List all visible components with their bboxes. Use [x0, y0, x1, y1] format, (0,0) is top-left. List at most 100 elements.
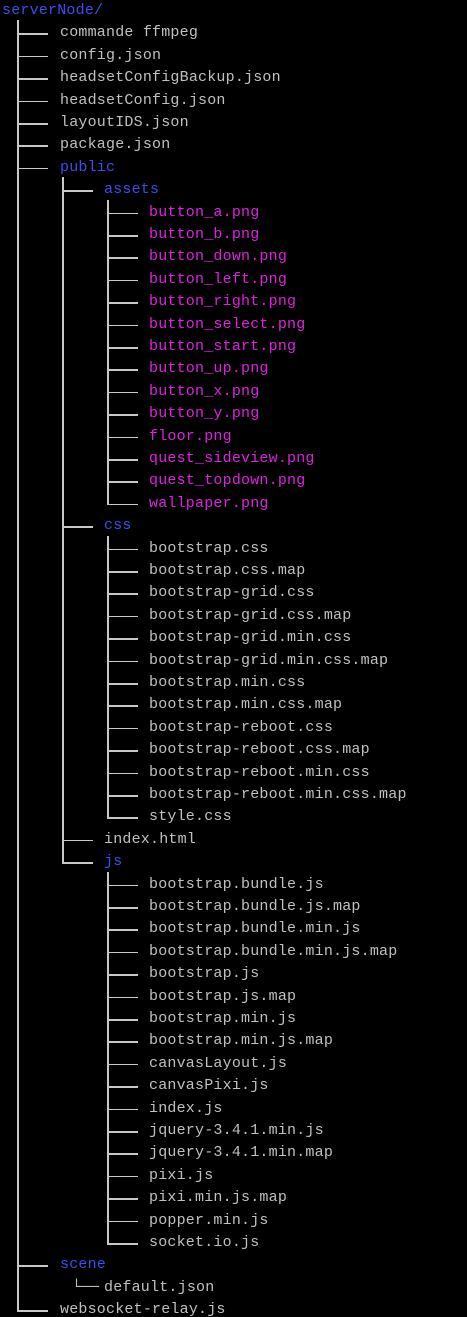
- tree-branch-connector: [107, 235, 138, 237]
- tree-file: button_a.png: [0, 202, 467, 224]
- tree-branch-connector: [62, 862, 93, 864]
- tree-branch-connector: [107, 391, 138, 394]
- tree-file: bootstrap.bundle.min.js: [0, 918, 467, 940]
- file-name: bootstrap-grid.css.map: [149, 606, 352, 624]
- file-name: bootstrap.bundle.js.map: [149, 898, 361, 915]
- tree-trunk-line: [17, 20, 19, 1312]
- tree-file: bootstrap-grid.min.css.map: [0, 650, 467, 672]
- tree-file: popper.min.js: [0, 1210, 467, 1232]
- tree-file: button_left.png: [0, 269, 467, 291]
- tree-file: button_y.png: [0, 403, 467, 425]
- tree-file: bootstrap.bundle.min.js.map: [0, 941, 467, 963]
- file-name: headsetConfig.json: [60, 91, 226, 109]
- file-name: socket.io.js: [149, 1234, 260, 1251]
- tree-file: bootstrap.bundle.js.map: [0, 896, 467, 918]
- directory-name: scene: [60, 1256, 107, 1274]
- tree-branch-connector: [107, 638, 138, 640]
- file-name: bootstrap-reboot.css: [149, 718, 334, 736]
- tree-file: bootstrap.css: [0, 538, 467, 560]
- file-name: button_up.png: [149, 360, 269, 378]
- tree-file: jquery-3.4.1.min.js: [0, 1120, 467, 1142]
- file-name: style.css: [149, 808, 232, 826]
- tree-trunk-line: [107, 871, 109, 1245]
- file-name: button_left.png: [149, 270, 288, 288]
- tree-file: button_x.png: [0, 381, 467, 403]
- tree-branch-connector: [107, 660, 138, 663]
- tree-branch-connector: [107, 929, 138, 931]
- tree-branch-connector: [107, 1108, 138, 1111]
- tree-file: button_down.png: [0, 246, 467, 268]
- tree-branch-connector: [107, 1220, 138, 1223]
- tree-file: button_start.png: [0, 336, 467, 358]
- tree-file: package.json: [0, 134, 467, 156]
- tree-branch-connector: [107, 593, 138, 595]
- tree-branch-connector: [107, 884, 138, 887]
- file-name: bootstrap.bundle.js: [149, 875, 324, 893]
- file-name: bootstrap-reboot.min.css: [149, 763, 370, 781]
- file-name: pixi.min.js.map: [149, 1189, 288, 1207]
- file-name: config.json: [60, 46, 162, 64]
- tree-branch-connector: [107, 996, 138, 999]
- tree-branch-connector: [17, 100, 48, 103]
- file-name: jquery-3.4.1.min.js: [149, 1122, 324, 1139]
- file-name: bootstrap-reboot.css.map: [149, 741, 370, 759]
- tree-file: bootstrap.min.css.map: [0, 694, 467, 716]
- tree-branch-connector: [107, 436, 138, 439]
- file-name: bootstrap-reboot.min.css.map: [149, 786, 407, 803]
- directory-name: js: [104, 853, 123, 871]
- file-name: button_b.png: [149, 226, 260, 243]
- file-name: bootstrap.css.map: [149, 562, 306, 579]
- file-name: jquery-3.4.1.min.map: [149, 1144, 334, 1162]
- tree-file: pixi.js: [0, 1165, 467, 1187]
- file-name: commande ffmpeg: [60, 24, 199, 42]
- file-name: bootstrap.min.css.map: [149, 696, 343, 714]
- file-name: index.js: [149, 1099, 223, 1117]
- tree-file: bootstrap.min.css: [0, 672, 467, 694]
- tree-branch-connector: [107, 571, 138, 573]
- tree-file: index.js: [0, 1098, 467, 1120]
- tree-trunk-line: [62, 177, 64, 864]
- file-name: index.html: [104, 830, 197, 848]
- tree-branch-connector: [107, 548, 138, 551]
- tree-trunk-line: [107, 535, 109, 819]
- file-name: layoutIDS.json: [60, 114, 189, 131]
- tree-branch-connector: [107, 257, 138, 259]
- tree-file: button_b.png: [0, 224, 467, 246]
- tree-file: headsetConfigBackup.json: [0, 67, 467, 89]
- file-name: bootstrap.bundle.min.js: [149, 920, 361, 938]
- file-name: button_select.png: [149, 315, 306, 333]
- tree-branch-connector: [62, 526, 93, 528]
- file-name: button_down.png: [149, 248, 288, 266]
- tree-trunk-line: [107, 199, 109, 506]
- tree-file: wallpaper.png: [0, 493, 467, 515]
- tree-branch-connector: [107, 503, 138, 506]
- tree-branch-connector: [107, 324, 138, 327]
- file-name: button_start.png: [149, 338, 297, 355]
- file-name: canvasPixi.js: [149, 1077, 269, 1095]
- tree-directory: css: [0, 515, 467, 537]
- tree-branch-connector: [107, 347, 138, 349]
- tree-branch-connector: [107, 727, 138, 730]
- tree-branch-connector: [17, 55, 48, 58]
- tree-branch-connector: [17, 1265, 48, 1267]
- tree-branch-connector: [107, 1243, 138, 1245]
- directory-name: public: [60, 158, 116, 176]
- file-name: wallpaper.png: [149, 494, 269, 512]
- file-name: default.json: [104, 1278, 215, 1296]
- file-name: canvasLayout.js: [149, 1054, 288, 1072]
- file-name: quest_sideview.png: [149, 450, 315, 467]
- file-name: bootstrap.bundle.min.js.map: [149, 942, 398, 960]
- tree-branch-connector: [107, 750, 138, 752]
- tree-branch-connector: [107, 705, 138, 707]
- tree-branch-connector: [107, 369, 138, 371]
- tree-file: commande ffmpeg: [0, 22, 467, 44]
- tree-directory: js: [0, 851, 467, 873]
- tree-file: floor.png: [0, 426, 467, 448]
- tree-file: style.css: [0, 806, 467, 828]
- tree-file: quest_sideview.png: [0, 448, 467, 470]
- tree-file: button_select.png: [0, 314, 467, 336]
- file-name: floor.png: [149, 427, 232, 445]
- tree-file: canvasPixi.js: [0, 1075, 467, 1097]
- tree-branch-connector: [17, 78, 48, 80]
- file-name: bootstrap.min.css: [149, 674, 306, 691]
